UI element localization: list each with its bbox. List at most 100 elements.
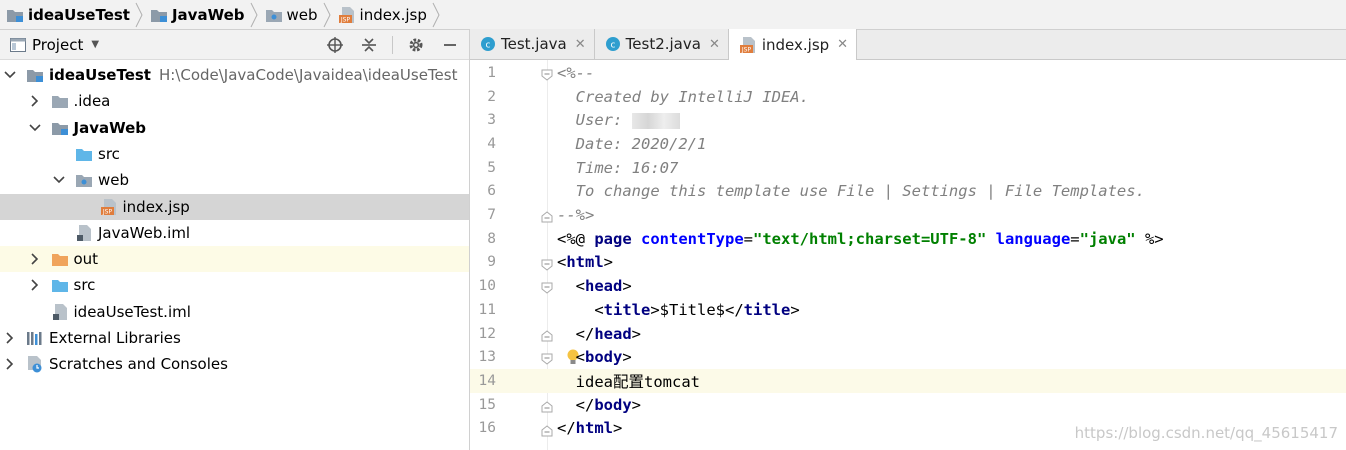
fold-open-icon[interactable]: [541, 280, 553, 294]
code-line[interactable]: 9 <html>: [470, 251, 1346, 275]
chevron-right-icon[interactable]: [27, 277, 43, 293]
minimize-icon[interactable]: [439, 34, 461, 56]
chevron-right-icon[interactable]: [27, 93, 43, 109]
line-number: 9: [487, 254, 496, 271]
code-line[interactable]: 15 </body>: [470, 393, 1346, 417]
editor-tab[interactable]: JSP index.jsp ✕: [728, 29, 858, 60]
tree-item-label: JavaWeb.iml: [98, 223, 191, 242]
code-token: %>: [1135, 229, 1164, 248]
project-view-title[interactable]: Project: [32, 36, 83, 54]
tree-item-label: src: [73, 276, 96, 295]
breadcrumb-label: JavaWeb: [171, 5, 245, 24]
code-text: Date: 2020/2/1: [557, 134, 707, 153]
editor-tab[interactable]: c Test2.java ✕: [594, 29, 729, 59]
fold-close-icon[interactable]: [541, 328, 553, 342]
tab-label: index.jsp: [761, 35, 830, 54]
watermark: https://blog.csdn.net/qq_45615417: [1074, 424, 1338, 442]
code-token: title: [743, 300, 791, 319]
line-number: 6: [487, 183, 496, 200]
code-line[interactable]: 10 <head>: [470, 274, 1346, 298]
close-icon[interactable]: ✕: [575, 37, 586, 52]
fold-open-icon[interactable]: [541, 67, 553, 81]
breadcrumb-item[interactable]: ideaUseTest: [0, 0, 134, 30]
code-line[interactable]: 8 <%@ page contentType="text/html;charset…: [470, 227, 1346, 251]
toolbar-divider: [392, 36, 393, 54]
chevron-right-icon[interactable]: [2, 330, 18, 346]
tree-item[interactable]: web: [0, 167, 469, 193]
fold-open-icon[interactable]: [541, 351, 553, 366]
code-text: User:: [557, 111, 680, 129]
tree-item[interactable]: .idea: [0, 88, 469, 114]
web-folder-icon: [75, 171, 93, 189]
tree-item[interactable]: out: [0, 246, 469, 273]
close-icon[interactable]: ✕: [709, 37, 720, 52]
chevron-down-icon[interactable]: [2, 67, 18, 83]
tree-item[interactable]: src: [0, 141, 469, 167]
code-token: <%@: [557, 229, 595, 248]
code-token: Date: 2020/2/1: [557, 134, 707, 153]
tree-item-label: out: [73, 250, 99, 269]
source-folder-icon: [51, 276, 69, 294]
code-line[interactable]: 2 Created by IntelliJ IDEA.: [470, 85, 1346, 109]
code-token: "text/html;charset=UTF-8": [753, 229, 987, 248]
fold-close-icon[interactable]: [541, 423, 553, 436]
close-icon[interactable]: ✕: [837, 37, 848, 52]
tree-item-label: ideaUseTest: [49, 66, 151, 84]
editor-tab[interactable]: c Test.java ✕: [470, 29, 595, 59]
line-number: 16: [478, 420, 496, 437]
code-line[interactable]: 7 --%>: [470, 203, 1346, 227]
code-token: "java": [1079, 229, 1136, 248]
module-folder-icon: [26, 66, 44, 84]
code-line[interactable]: 5 Time: 16:07: [470, 156, 1346, 180]
code-line[interactable]: 14 idea配置tomcat: [470, 369, 1346, 393]
code-line[interactable]: 13 <body>: [470, 345, 1346, 369]
project-panel-header: Project ▼: [0, 30, 469, 60]
tree-item[interactable]: JSP index.jsp: [0, 193, 469, 220]
code-line[interactable]: 12 </head>: [470, 322, 1346, 346]
locate-icon[interactable]: [324, 34, 346, 56]
java-class-icon: c: [605, 36, 621, 52]
code-line[interactable]: 3 User:: [470, 108, 1346, 132]
fold-close-icon[interactable]: [541, 209, 553, 223]
chevron-down-icon[interactable]: [51, 172, 67, 188]
code-text: --%>: [557, 206, 594, 224]
code-token: head: [585, 277, 623, 296]
fold-close-icon[interactable]: [541, 399, 553, 413]
tree-item[interactable]: External Libraries: [0, 325, 469, 351]
fold-open-icon[interactable]: [541, 257, 553, 271]
tree-item[interactable]: JavaWeb: [0, 115, 469, 141]
code-token: </: [557, 324, 595, 343]
code-line[interactable]: 4 Date: 2020/2/1: [470, 132, 1346, 156]
code-line[interactable]: 6 To change this template use File | Set…: [470, 180, 1346, 204]
breadcrumb-label: web: [286, 5, 318, 24]
tree-item[interactable]: ideaUseTest.iml: [0, 299, 469, 325]
tree-item[interactable]: ideaUseTest H:\Code\JavaCode\Javaidea\ide…: [0, 62, 469, 88]
tab-label: Test2.java: [625, 35, 701, 53]
chevron-right-icon: [249, 0, 259, 30]
code-text: Time: 16:07: [557, 159, 679, 177]
code-token: </: [557, 419, 576, 438]
code-line[interactable]: 1 <%--: [470, 61, 1346, 85]
gear-icon[interactable]: [405, 34, 427, 56]
svg-text:c: c: [610, 41, 615, 51]
web-folder-icon: [265, 7, 283, 23]
collapse-all-icon[interactable]: [358, 34, 380, 56]
breadcrumb-item[interactable]: JavaWeb: [144, 0, 249, 30]
breadcrumb-item[interactable]: web: [259, 0, 322, 30]
chevron-down-icon[interactable]: ▼: [91, 39, 99, 50]
line-number: 7: [487, 207, 496, 224]
chevron-right-icon[interactable]: [27, 251, 43, 267]
code-token: <: [557, 277, 585, 296]
code-line[interactable]: 11 <title>$Title$</title>: [470, 298, 1346, 322]
breadcrumb-item[interactable]: JSP index.jsp: [332, 0, 431, 30]
chevron-right-icon[interactable]: [2, 356, 18, 372]
tree-item[interactable]: Scratches and Consoles: [0, 351, 469, 377]
code-editor[interactable]: 1 <%-- 2 Created by IntelliJ IDEA. 3 User: …: [470, 60, 1346, 450]
tree-item[interactable]: src: [0, 272, 469, 298]
chevron-down-icon[interactable]: [27, 120, 43, 136]
tree-item[interactable]: JavaWeb.iml: [0, 220, 469, 246]
